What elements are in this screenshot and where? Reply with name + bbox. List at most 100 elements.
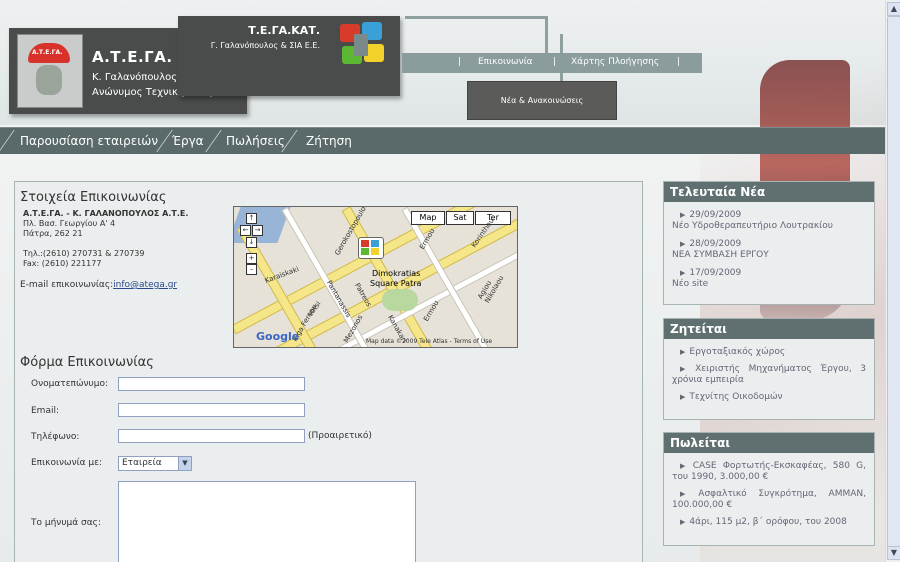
map-zoom-out-button[interactable]: – bbox=[246, 264, 257, 275]
forsale-item-text[interactable]: 4άρι, 115 μ2, β΄ ορόφου, του 2008 bbox=[689, 517, 846, 527]
forsale-item-text[interactable]: Ασφαλτικό Συγκρότημα, AMMAN, 100.000,00 … bbox=[672, 489, 866, 510]
worker-face-icon bbox=[36, 65, 62, 95]
map-pan-up-button[interactable]: ↑ bbox=[246, 213, 257, 224]
map-place-label: Square Patra bbox=[370, 279, 422, 288]
news-item[interactable]: ▶ 28/09/2009 ΝΕΑ ΣΥΜΒΑΣΗ ΕΡΓΟΥ bbox=[664, 239, 874, 261]
tegakat-title: Τ.Ε.ΓΑ.ΚΑΤ. bbox=[248, 24, 320, 37]
map-pan-right-button[interactable]: → bbox=[252, 225, 263, 236]
vertical-scrollbar[interactable]: ▲ ▼ bbox=[885, 0, 900, 562]
logo-title: Α.Τ.Ε.ΓΑ. bbox=[92, 48, 173, 66]
google-map[interactable]: Map Sat Ter ↑ ← → ↓ + – Gerokostopoulou … bbox=[233, 206, 518, 348]
company-name: Α.Τ.Ε.ΓΑ. - Κ. ΓΑΛΑΝΟΠΟΥΛΟΣ Α.Τ.Ε. bbox=[23, 209, 189, 218]
topnav-separator: | bbox=[458, 57, 462, 67]
phone-numbers: Τηλ.:(2610) 270731 & 270739 bbox=[23, 249, 145, 258]
bullet-icon: ▶ bbox=[680, 518, 686, 526]
atega-logo-image: Α.Τ.Ε.ΓΑ. bbox=[17, 34, 83, 108]
top-navigation: | Επικοινωνία | Χάρτης Πλοήγησης | bbox=[402, 53, 702, 73]
nav-separator bbox=[0, 130, 15, 152]
bullet-icon: ▶ bbox=[680, 490, 695, 498]
scroll-down-icon[interactable]: ▼ bbox=[887, 546, 900, 560]
map-type-satellite-button[interactable]: Sat bbox=[446, 211, 474, 225]
wanted-item-text[interactable]: Χειριστής Μηχανήματος Έργου, 3 χρόνια εμ… bbox=[672, 364, 866, 385]
map-zoom-in-button[interactable]: + bbox=[246, 253, 257, 264]
forsale-item[interactable]: ▶ CASE Φορτωτής-Εκσκαφέας, 580 G, του 199… bbox=[664, 461, 874, 483]
contact-with-label: Επικοινωνία με: bbox=[31, 458, 103, 468]
form-heading: Φόρμα Επικοινωνίας bbox=[20, 355, 154, 370]
news-text[interactable]: Νέο site bbox=[672, 279, 708, 289]
bullet-icon: ▶ bbox=[680, 269, 686, 277]
forsale-item[interactable]: ▶ Ασφαλτικό Συγκρότημα, AMMAN, 100.000,00… bbox=[664, 489, 874, 511]
phone-field[interactable] bbox=[118, 429, 305, 443]
latest-news-panel: Τελευταία Νέα ▶ 29/09/2009 Νέο Υδροθεραπευ… bbox=[663, 181, 875, 305]
map-credit[interactable]: Map data ©2009 Tele Atlas - Terms of Use bbox=[366, 338, 492, 345]
wanted-item-text[interactable]: Τεχνίτης Οικοδομών bbox=[689, 392, 782, 402]
news-item[interactable]: ▶ 17/09/2009 Νέο site bbox=[664, 268, 874, 290]
wanted-item[interactable]: ▶ Χειριστής Μηχανήματος Έργου, 3 χρόνια ε… bbox=[664, 364, 874, 386]
map-place-label: Dimokratias bbox=[372, 269, 421, 278]
phone-optional-note: (Προαιρετικό) bbox=[308, 431, 372, 441]
nav-separator bbox=[156, 130, 173, 152]
header-deco-line bbox=[405, 16, 545, 19]
nav-separator bbox=[205, 130, 222, 152]
email-field-label: Email: bbox=[31, 406, 60, 416]
forsale-panel: Πωλείται ▶ CASE Φορτωτής-Εκσκαφέας, 580 G… bbox=[663, 432, 875, 546]
helmet-text: Α.Τ.Ε.ΓΑ. bbox=[32, 49, 63, 56]
page: Α.Τ.Ε.ΓΑ. Α.Τ.Ε.ΓΑ. Κ. Γαλανόπουλος Α.Τ.… bbox=[0, 0, 886, 562]
email-link[interactable]: info@atega.gr bbox=[113, 280, 177, 290]
scroll-up-icon[interactable]: ▲ bbox=[887, 2, 900, 16]
map-pan-down-button[interactable]: ↓ bbox=[246, 237, 257, 248]
puzzle-icon bbox=[338, 22, 390, 72]
header-deco-line bbox=[545, 16, 548, 56]
topnav-link-sitemap[interactable]: Χάρτης Πλοήγησης bbox=[571, 57, 659, 67]
name-field[interactable] bbox=[118, 377, 305, 391]
bullet-icon: ▶ bbox=[680, 462, 689, 470]
nav-item-company-presentation[interactable]: Παρουσίαση εταιρειών bbox=[20, 128, 158, 154]
fax-number: Fax: (2610) 221177 bbox=[23, 259, 102, 268]
tegakat-logo-block[interactable]: Τ.Ε.ΓΑ.ΚΑΤ. Γ. Γαλανόπουλος & ΣΙΑ Ε.Ε. bbox=[178, 16, 400, 96]
email-field[interactable] bbox=[118, 403, 305, 417]
email-label: E-mail επικοινωνίας: bbox=[20, 280, 114, 290]
news-announcements-button[interactable]: Νέα & Ανακοινώσεις bbox=[467, 81, 617, 120]
address-line-1: Πλ. Βασ. Γεωργίου Α' 4 bbox=[23, 219, 116, 228]
news-date: 29/09/2009 bbox=[689, 210, 742, 220]
forsale-item[interactable]: ▶ 4άρι, 115 μ2, β΄ ορόφου, του 2008 bbox=[664, 517, 874, 528]
google-logo[interactable]: Google bbox=[256, 330, 299, 343]
topnav-separator: | bbox=[677, 57, 681, 67]
bullet-icon: ▶ bbox=[680, 240, 686, 248]
contact-with-select[interactable]: Εταιρεία ▼ bbox=[118, 456, 192, 471]
phone-label: Τηλέφωνο: bbox=[31, 432, 80, 442]
wanted-item-text[interactable]: Εργοταξιακός χώρος bbox=[689, 347, 785, 357]
nav-item-sales[interactable]: Πωλήσεις bbox=[226, 128, 285, 154]
map-street-label: Agiou Nikolaou bbox=[476, 274, 506, 305]
map-location-marker-icon[interactable] bbox=[358, 237, 384, 259]
news-text[interactable]: Νέο Υδροθεραπευτήριο Λουτρακίου bbox=[672, 221, 833, 231]
wanted-title: Ζητείται bbox=[664, 319, 874, 339]
message-label: Το μήνυμά σας: bbox=[31, 518, 102, 528]
message-textarea[interactable] bbox=[118, 481, 416, 562]
topnav-link-contact[interactable]: Επικοινωνία bbox=[478, 57, 533, 67]
news-item[interactable]: ▶ 29/09/2009 Νέο Υδροθεραπευτήριο Λουτρακί… bbox=[664, 210, 874, 232]
wanted-item[interactable]: ▶ Εργοταξιακός χώρος bbox=[664, 347, 874, 358]
scrollbar-thumb[interactable] bbox=[887, 16, 900, 548]
map-type-map-button[interactable]: Map bbox=[411, 211, 445, 225]
bullet-icon: ▶ bbox=[680, 393, 686, 401]
name-label: Ονοματεπώνυμο: bbox=[31, 379, 109, 389]
forsale-title: Πωλείται bbox=[664, 433, 874, 453]
bullet-icon: ▶ bbox=[680, 348, 686, 356]
nav-item-projects[interactable]: Έργα bbox=[172, 128, 204, 154]
email-line: E-mail επικοινωνίας:info@atega.gr bbox=[20, 280, 177, 290]
forsale-item-text[interactable]: CASE Φορτωτής-Εκσκαφέας, 580 G, του 1990… bbox=[672, 461, 866, 482]
bullet-icon: ▶ bbox=[680, 211, 686, 219]
wanted-item[interactable]: ▶ Τεχνίτης Οικοδομών bbox=[664, 392, 874, 403]
contact-heading: Στοιχεία Επικοινωνίας bbox=[20, 190, 167, 205]
news-date: 17/09/2009 bbox=[689, 268, 742, 278]
wanted-panel: Ζητείται ▶ Εργοταξιακός χώρος ▶ Χειριστής … bbox=[663, 318, 875, 420]
topnav-separator: | bbox=[553, 57, 557, 67]
news-text[interactable]: ΝΕΑ ΣΥΜΒΑΣΗ ΕΡΓΟΥ bbox=[672, 250, 769, 260]
map-pan-left-button[interactable]: ← bbox=[240, 225, 251, 236]
tegakat-subtitle: Γ. Γαλανόπουλος & ΣΙΑ Ε.Ε. bbox=[210, 41, 320, 50]
chevron-down-icon[interactable]: ▼ bbox=[178, 457, 191, 470]
news-date: 28/09/2009 bbox=[689, 239, 742, 249]
latest-news-title: Τελευταία Νέα bbox=[664, 182, 874, 202]
nav-item-demand[interactable]: Ζήτηση bbox=[306, 128, 352, 154]
